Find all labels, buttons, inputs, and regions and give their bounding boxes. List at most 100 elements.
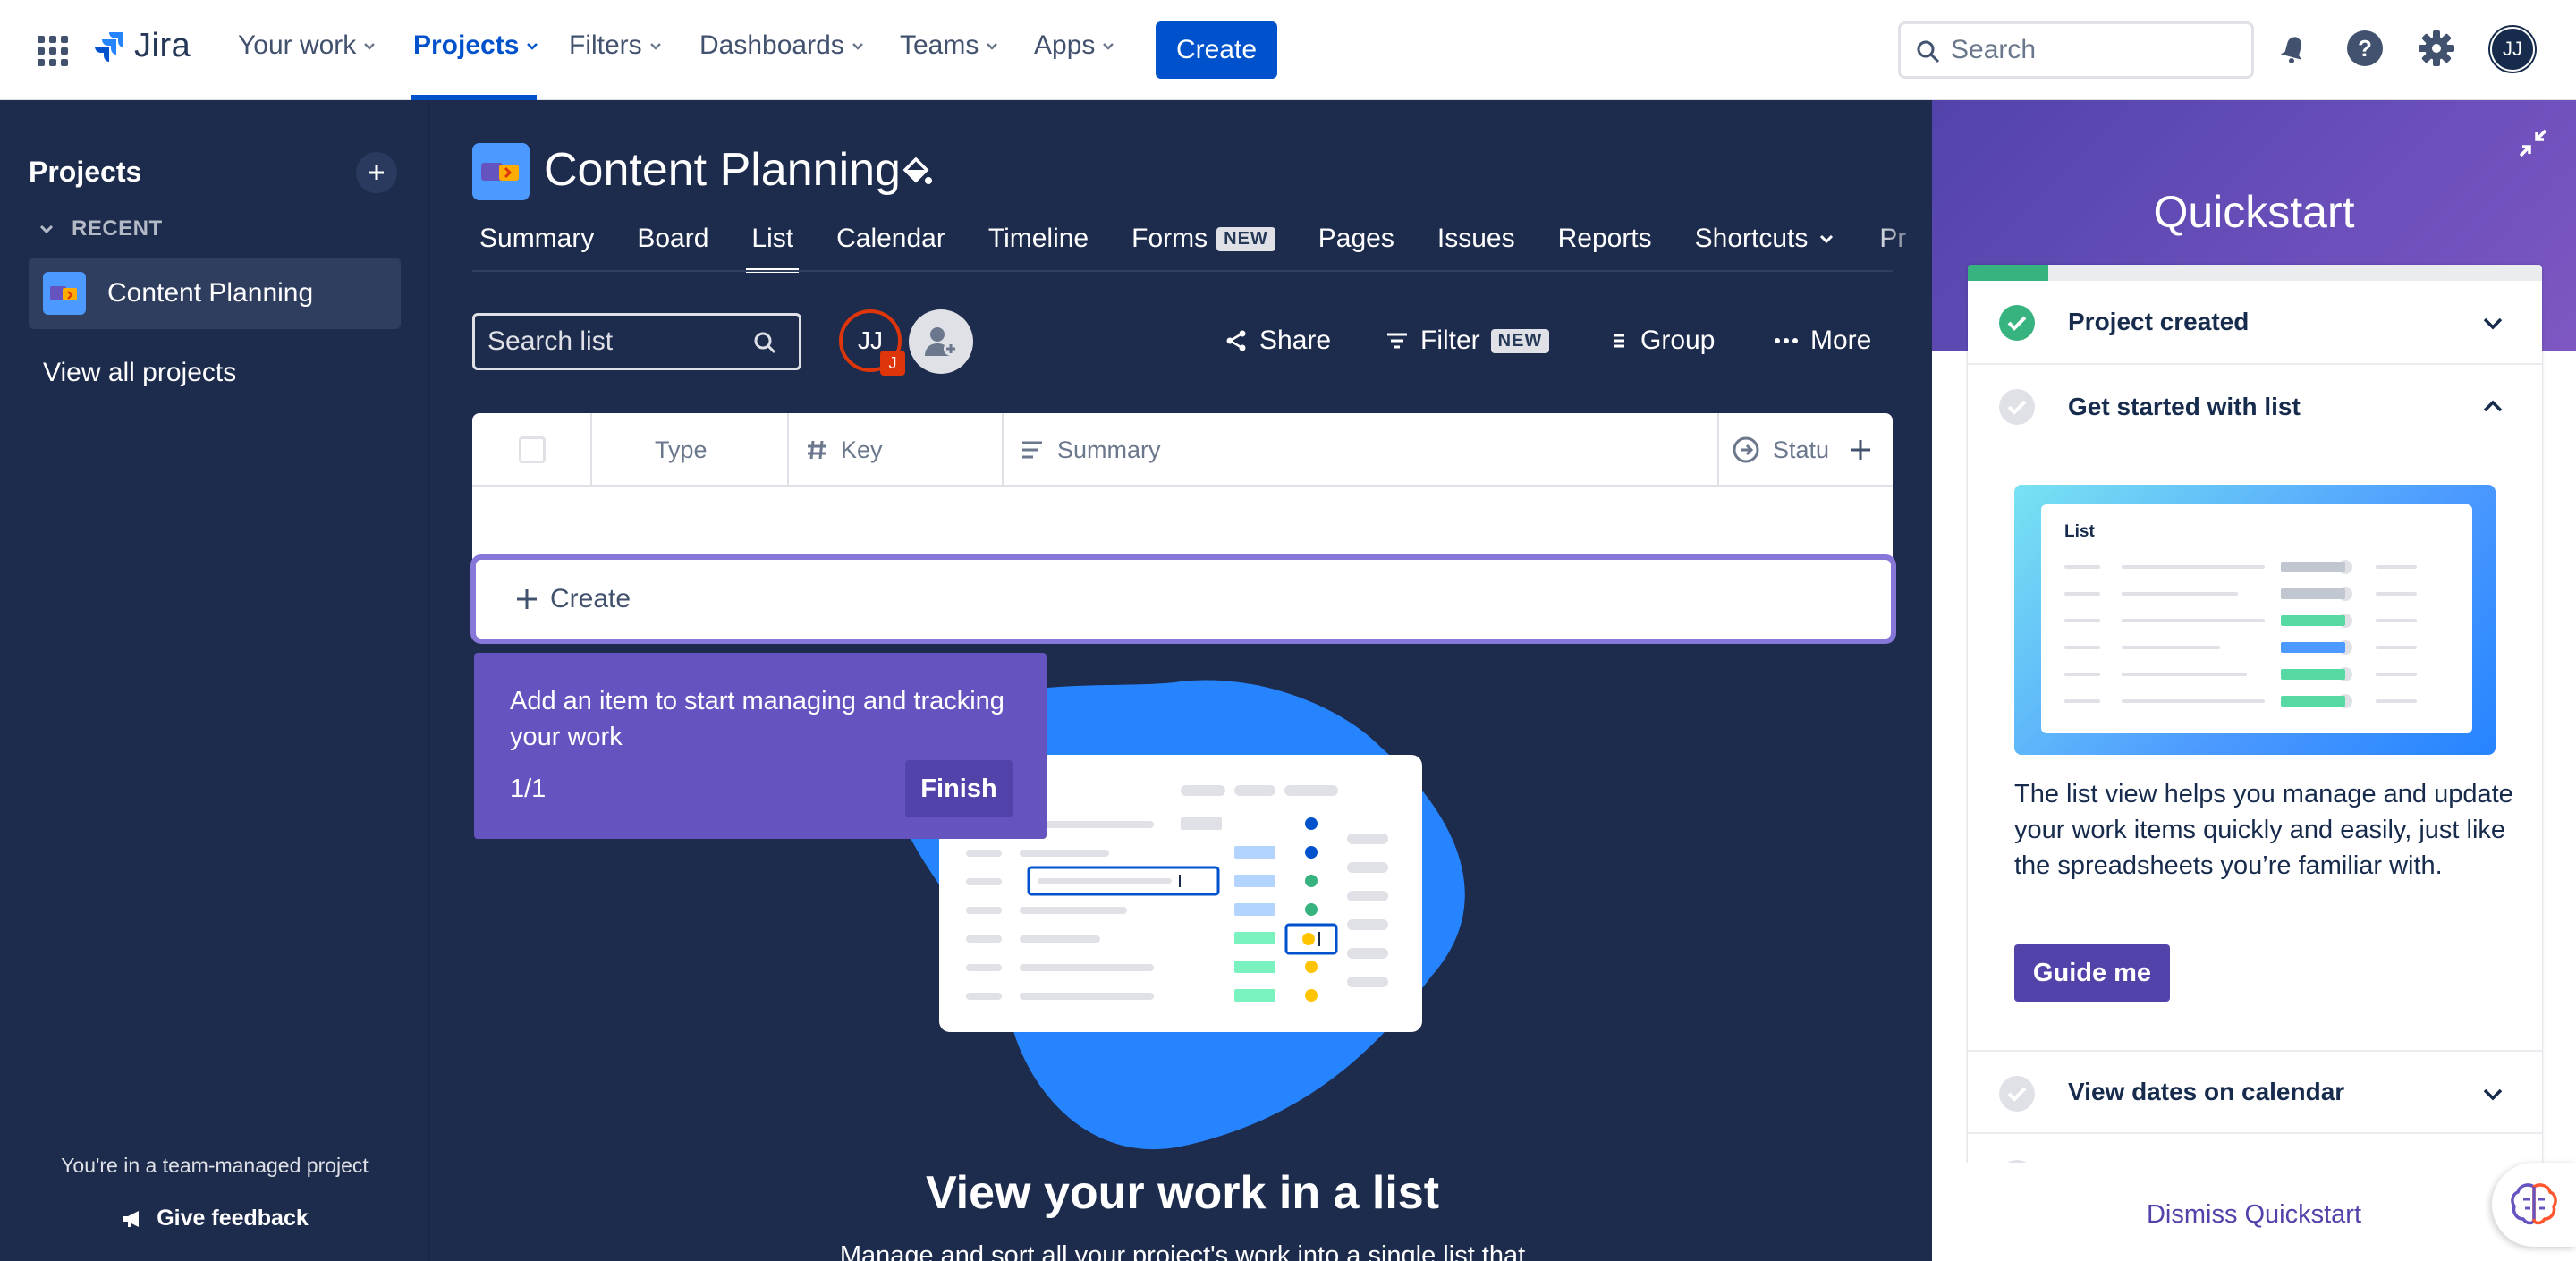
add-people-button[interactable] [909, 309, 973, 374]
tab-list[interactable]: List [746, 224, 799, 273]
guide-me-button[interactable]: Guide me [2014, 944, 2170, 1002]
tab-shortcuts[interactable]: Shortcuts [1695, 224, 1837, 254]
select-all-checkbox[interactable] [519, 436, 546, 463]
more-button[interactable]: More [1773, 326, 1871, 356]
tab-pages-label: Pages [1318, 224, 1394, 253]
jira-logo-text: Jira [134, 27, 191, 64]
column-header-status[interactable]: Statu [1719, 413, 1893, 487]
tooltip-text: Add an item to start managing and tracki… [510, 687, 1004, 751]
tab-forms[interactable]: Forms NEW [1131, 224, 1275, 254]
settings-gear-icon[interactable] [2415, 27, 2458, 70]
nav-your-work[interactable]: Your work [238, 30, 377, 61]
chevron-down-icon [852, 43, 863, 50]
quickstart-description: The list view helps you manage and updat… [2014, 780, 2513, 880]
assignee-avatar-filter[interactable]: JJ J [839, 309, 905, 376]
jira-logo[interactable]: Jira [91, 27, 191, 65]
ai-assistant-button[interactable] [2492, 1163, 2576, 1247]
chevron-down-icon [1103, 43, 1114, 50]
group-label: Group [1640, 326, 1716, 355]
global-search-placeholder: Search [1951, 35, 2037, 64]
project-tabs: Summary Board List Calendar Timeline For… [479, 224, 1906, 273]
sidebar-project-label: Content Planning [107, 278, 314, 308]
sidebar-item-content-planning[interactable]: Content Planning [29, 258, 401, 329]
chevron-down-icon [987, 43, 998, 50]
svg-text:?: ? [2358, 35, 2372, 62]
add-project-button[interactable] [356, 152, 397, 193]
status-arrow-icon [1733, 436, 1759, 463]
tab-board[interactable]: Board [637, 224, 708, 254]
quickstart-panel: Quickstart Project created Get started w… [1932, 100, 2576, 1261]
assignee-avatar-badge: J [880, 351, 905, 376]
tab-list-label: List [751, 224, 794, 253]
column-header-summary[interactable]: Summary [1004, 413, 1719, 487]
quickstart-progress-bar [1968, 265, 2542, 281]
user-avatar[interactable]: JJ [2490, 27, 2535, 72]
nav-dashboards[interactable]: Dashboards [699, 30, 866, 61]
nav-projects[interactable]: Projects [413, 30, 540, 61]
column-status-label: Statu [1773, 436, 1830, 463]
column-header-type[interactable]: Type [592, 413, 789, 487]
paint-bucket-icon[interactable] [898, 154, 934, 190]
list-view-preview-image: List [2014, 485, 2496, 755]
give-feedback-label: Give feedback [157, 1206, 309, 1231]
add-person-icon [925, 327, 958, 356]
list-preview-card: List [2041, 504, 2472, 733]
nav-filters[interactable]: Filters [569, 30, 664, 61]
search-icon [1917, 40, 1940, 63]
checklist-item-label: Project created [2068, 308, 2250, 335]
give-feedback-button[interactable]: Give feedback [0, 1206, 429, 1231]
select-all-cell [472, 413, 592, 487]
add-column-icon[interactable] [1847, 436, 1874, 463]
recent-section-toggle[interactable]: RECENT [38, 216, 163, 241]
quickstart-checklist: Project created Get started with list Li… [1968, 265, 2542, 1261]
create-button[interactable]: Create [1156, 21, 1277, 79]
tab-issues-label: Issues [1436, 224, 1515, 253]
nav-filters-label: Filters [569, 30, 642, 60]
view-all-projects-link[interactable]: View all projects [43, 358, 236, 388]
hash-icon [808, 440, 826, 460]
nav-apps[interactable]: Apps [1034, 30, 1116, 61]
nav-your-work-label: Your work [238, 30, 357, 60]
tab-timeline[interactable]: Timeline [988, 224, 1089, 254]
project-sidebar: Projects RECENT Content Planning View al… [0, 100, 429, 1261]
help-icon[interactable]: ? [2343, 27, 2386, 70]
tab-timeline-label: Timeline [987, 224, 1089, 253]
tab-forms-label: Forms [1131, 224, 1208, 253]
tab-reports[interactable]: Reports [1558, 224, 1652, 254]
share-button[interactable]: Share [1224, 326, 1331, 356]
checklist-item-get-started-list[interactable]: Get started with list [1968, 365, 2542, 449]
finish-button[interactable]: Finish [905, 760, 1013, 817]
tab-calendar[interactable]: Calendar [836, 224, 945, 254]
checklist-item-label: Get started with list [2068, 393, 2301, 420]
list-search-input[interactable]: Search list [472, 313, 801, 370]
table-header: Type Key Summary Statu [472, 413, 1893, 487]
tab-issues[interactable]: Issues [1437, 224, 1515, 254]
share-label: Share [1259, 326, 1332, 355]
nav-dashboards-label: Dashboards [699, 30, 844, 60]
dismiss-quickstart-link[interactable]: Dismiss Quickstart [1932, 1200, 2576, 1230]
notifications-icon[interactable] [2272, 27, 2315, 70]
filter-button[interactable]: Filter NEW [1385, 326, 1550, 356]
checklist-item-view-dates-calendar[interactable]: View dates on calendar [1968, 1050, 2542, 1134]
project-avatar-icon [472, 143, 530, 200]
text-lines-icon [1022, 441, 1042, 459]
search-icon [754, 332, 776, 354]
tab-summary[interactable]: Summary [479, 224, 594, 254]
jira-logo-icon [95, 31, 123, 62]
empty-state-title: View your work in a list [925, 1167, 1440, 1219]
create-item-row[interactable]: Create [470, 554, 1896, 644]
chevron-down-icon [2483, 1088, 2503, 1101]
checklist-item-label: View dates on calendar [2068, 1078, 2345, 1105]
nav-projects-label: Projects [413, 30, 520, 60]
chevron-down-icon [39, 224, 54, 234]
nav-teams[interactable]: Teams [900, 30, 1000, 61]
column-header-key[interactable]: Key [789, 413, 1004, 487]
collapse-icon[interactable] [2515, 125, 2551, 161]
assignee-avatar-initials: JJ [858, 326, 883, 354]
checklist-item-project-created[interactable]: Project created [1968, 281, 2542, 365]
global-search-input[interactable]: Search [1898, 21, 2254, 79]
tab-pages[interactable]: Pages [1318, 224, 1394, 254]
app-switcher-icon[interactable] [36, 34, 70, 68]
tabs-divider [472, 270, 1893, 272]
group-button[interactable]: Group [1608, 326, 1715, 356]
